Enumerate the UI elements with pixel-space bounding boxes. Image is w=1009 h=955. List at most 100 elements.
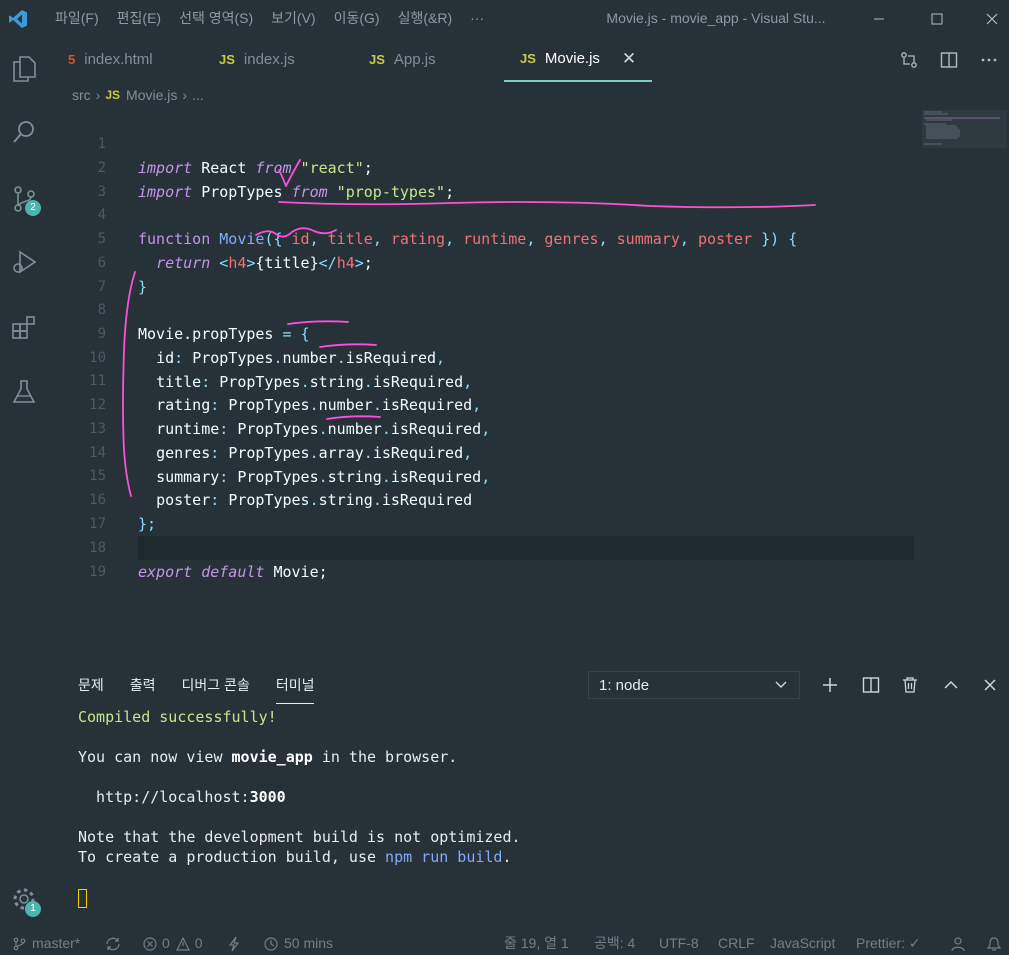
tab-output[interactable]: 출력 (130, 665, 156, 705)
branch-name: master* (32, 935, 81, 951)
breadcrumb-separator-icon: › (95, 87, 101, 103)
git-branch-icon (13, 937, 26, 950)
code-line: 10 title: PropTypes.string.isRequired, (48, 322, 918, 391)
sync-icon[interactable] (104, 932, 122, 955)
menu-bar: 파일(F) 편집(E) 선택 영역(S) 보기(V) 이동(G) 실행(&R) … (46, 0, 493, 37)
tab-label: index.js (243, 51, 295, 68)
close-window-button[interactable] (966, 0, 1009, 37)
javascript-icon: JS (369, 52, 385, 67)
bottom-panel: 문제 출력 디버그 콘솔 터미널 1: node Compiled succes… (48, 665, 1009, 932)
breadcrumb-more[interactable]: ... (192, 87, 204, 103)
source-control-icon[interactable]: 2 (0, 175, 48, 223)
kill-terminal-trash-icon[interactable] (896, 671, 924, 699)
close-panel-icon[interactable] (976, 671, 1004, 699)
maximize-button[interactable] (911, 0, 963, 37)
editor-tab-bar: 5 index.html JS index.js JS App.js JS Mo… (48, 37, 1009, 82)
error-count: 0 (162, 935, 170, 951)
encoding[interactable]: UTF-8 (659, 932, 699, 955)
code-line: 18 export default Movie; (48, 512, 918, 581)
indentation[interactable]: 공백: 4 (594, 932, 635, 955)
extensions-icon[interactable] (0, 304, 48, 352)
history-icon (264, 936, 278, 951)
code-line: 11 rating: PropTypes.number.isRequired, (48, 345, 918, 414)
activity-bar: 2 1 (0, 37, 48, 932)
terminal-line: Note that the development build is not o… (78, 828, 521, 846)
tab-index-js[interactable]: JS index.js (219, 37, 295, 82)
run-debug-icon[interactable] (0, 238, 48, 286)
cursor-position[interactable]: 줄 19, 열 1 (504, 932, 569, 955)
tab-movie-js[interactable]: JS Movie.js ✕ (504, 37, 652, 82)
tab-label: Movie.js (544, 50, 600, 67)
tab-label: index.html (84, 51, 153, 68)
settings-gear-icon[interactable]: 1 (0, 875, 48, 923)
menu-view[interactable]: 보기(V) (262, 0, 324, 37)
feedback-icon[interactable] (949, 932, 967, 955)
terminal-select-value: 1: node (599, 676, 650, 694)
code-line: 2 import PropTypes from "prop-types"; (48, 132, 918, 201)
tab-app-js[interactable]: JS App.js (369, 37, 436, 82)
search-icon[interactable] (0, 108, 48, 156)
testing-flask-icon[interactable] (0, 368, 48, 416)
code-line: 8 Movie.propTypes = { (48, 274, 918, 343)
tab-terminal[interactable]: 터미널 (275, 667, 315, 704)
prettier-status[interactable]: Prettier: ✓ (856, 932, 921, 955)
breadcrumb-file[interactable]: Movie.js (126, 87, 177, 103)
line-number: 19 (89, 564, 106, 580)
explorer-icon[interactable] (0, 45, 48, 93)
code-line: 14 summary: PropTypes.string.isRequired, (48, 417, 918, 486)
breadcrumb: src › JS Movie.js › ... (72, 84, 204, 106)
menu-selection[interactable]: 선택 영역(S) (170, 0, 262, 37)
minimap[interactable] (922, 110, 1007, 148)
split-editor-icon[interactable] (929, 37, 969, 82)
menu-more[interactable]: ··· (461, 0, 493, 37)
vscode-logo-icon (0, 0, 36, 37)
terminal-cursor (78, 889, 87, 908)
code-editor[interactable]: 1 import React from "react"; 2 import Pr… (48, 108, 1009, 668)
error-icon (143, 936, 157, 951)
settings-badge: 1 (25, 901, 41, 917)
chevron-down-icon (773, 676, 789, 696)
menu-edit[interactable]: 편집(E) (108, 0, 170, 37)
code-line: 9 id: PropTypes.number.isRequired, (48, 298, 918, 367)
minimize-button[interactable] (853, 0, 905, 37)
code-line: 4 function Movie({ id, title, rating, ru… (48, 179, 918, 248)
close-tab-icon[interactable]: ✕ (622, 49, 636, 69)
menu-go[interactable]: 이동(G) (325, 0, 389, 37)
end-of-line[interactable]: CRLF (718, 932, 755, 955)
notifications-bell-icon[interactable] (987, 932, 1001, 955)
tab-debug-console[interactable]: 디버그 콘솔 (182, 665, 250, 705)
terminal-select[interactable]: 1: node (588, 671, 800, 699)
maximize-panel-icon[interactable] (937, 671, 965, 699)
tab-index-html[interactable]: 5 index.html (68, 37, 153, 82)
open-changes-icon[interactable] (889, 37, 929, 82)
title-bar: 파일(F) 편집(E) 선택 영역(S) 보기(V) 이동(G) 실행(&R) … (0, 0, 1009, 37)
panel-tabs: 문제 출력 디버그 콘솔 터미널 (78, 665, 340, 705)
terminal-line: To create a production build, use npm ru… (78, 848, 512, 866)
code-line: 7 (48, 251, 918, 295)
language-mode[interactable]: JavaScript (770, 932, 835, 955)
menu-file[interactable]: 파일(F) (46, 0, 108, 37)
code-line: 13 genres: PropTypes.array.isRequired, (48, 393, 918, 462)
code-line: 12 runtime: PropTypes.number.isRequired, (48, 369, 918, 438)
window-title: Movie.js - movie_app - Visual Stu... (606, 10, 826, 26)
new-terminal-icon[interactable] (816, 671, 844, 699)
javascript-icon: JS (219, 52, 235, 67)
problems-status[interactable]: 0 0 (143, 932, 203, 955)
branch-status[interactable]: master* (12, 932, 80, 955)
split-terminal-icon[interactable] (857, 671, 885, 699)
code-line: 19 (48, 536, 918, 580)
lightning-icon[interactable] (228, 932, 240, 955)
terminal-line: Compiled successfully! (78, 708, 277, 726)
code-line: 16 }; (48, 464, 918, 533)
code-line: 3 (48, 156, 918, 200)
terminal-line: http://localhost:3000 (78, 788, 286, 806)
warning-icon (175, 936, 190, 951)
code-line: 5 return <h4>{title}</h4>; (48, 203, 918, 272)
more-actions-icon[interactable] (969, 37, 1009, 82)
breadcrumb-folder[interactable]: src (72, 87, 91, 103)
menu-run[interactable]: 실행(&R) (389, 0, 462, 37)
javascript-icon: JS (105, 88, 121, 102)
tab-problems[interactable]: 문제 (78, 665, 104, 705)
html5-icon: 5 (68, 52, 76, 67)
time-tracker[interactable]: 50 mins (263, 932, 333, 955)
